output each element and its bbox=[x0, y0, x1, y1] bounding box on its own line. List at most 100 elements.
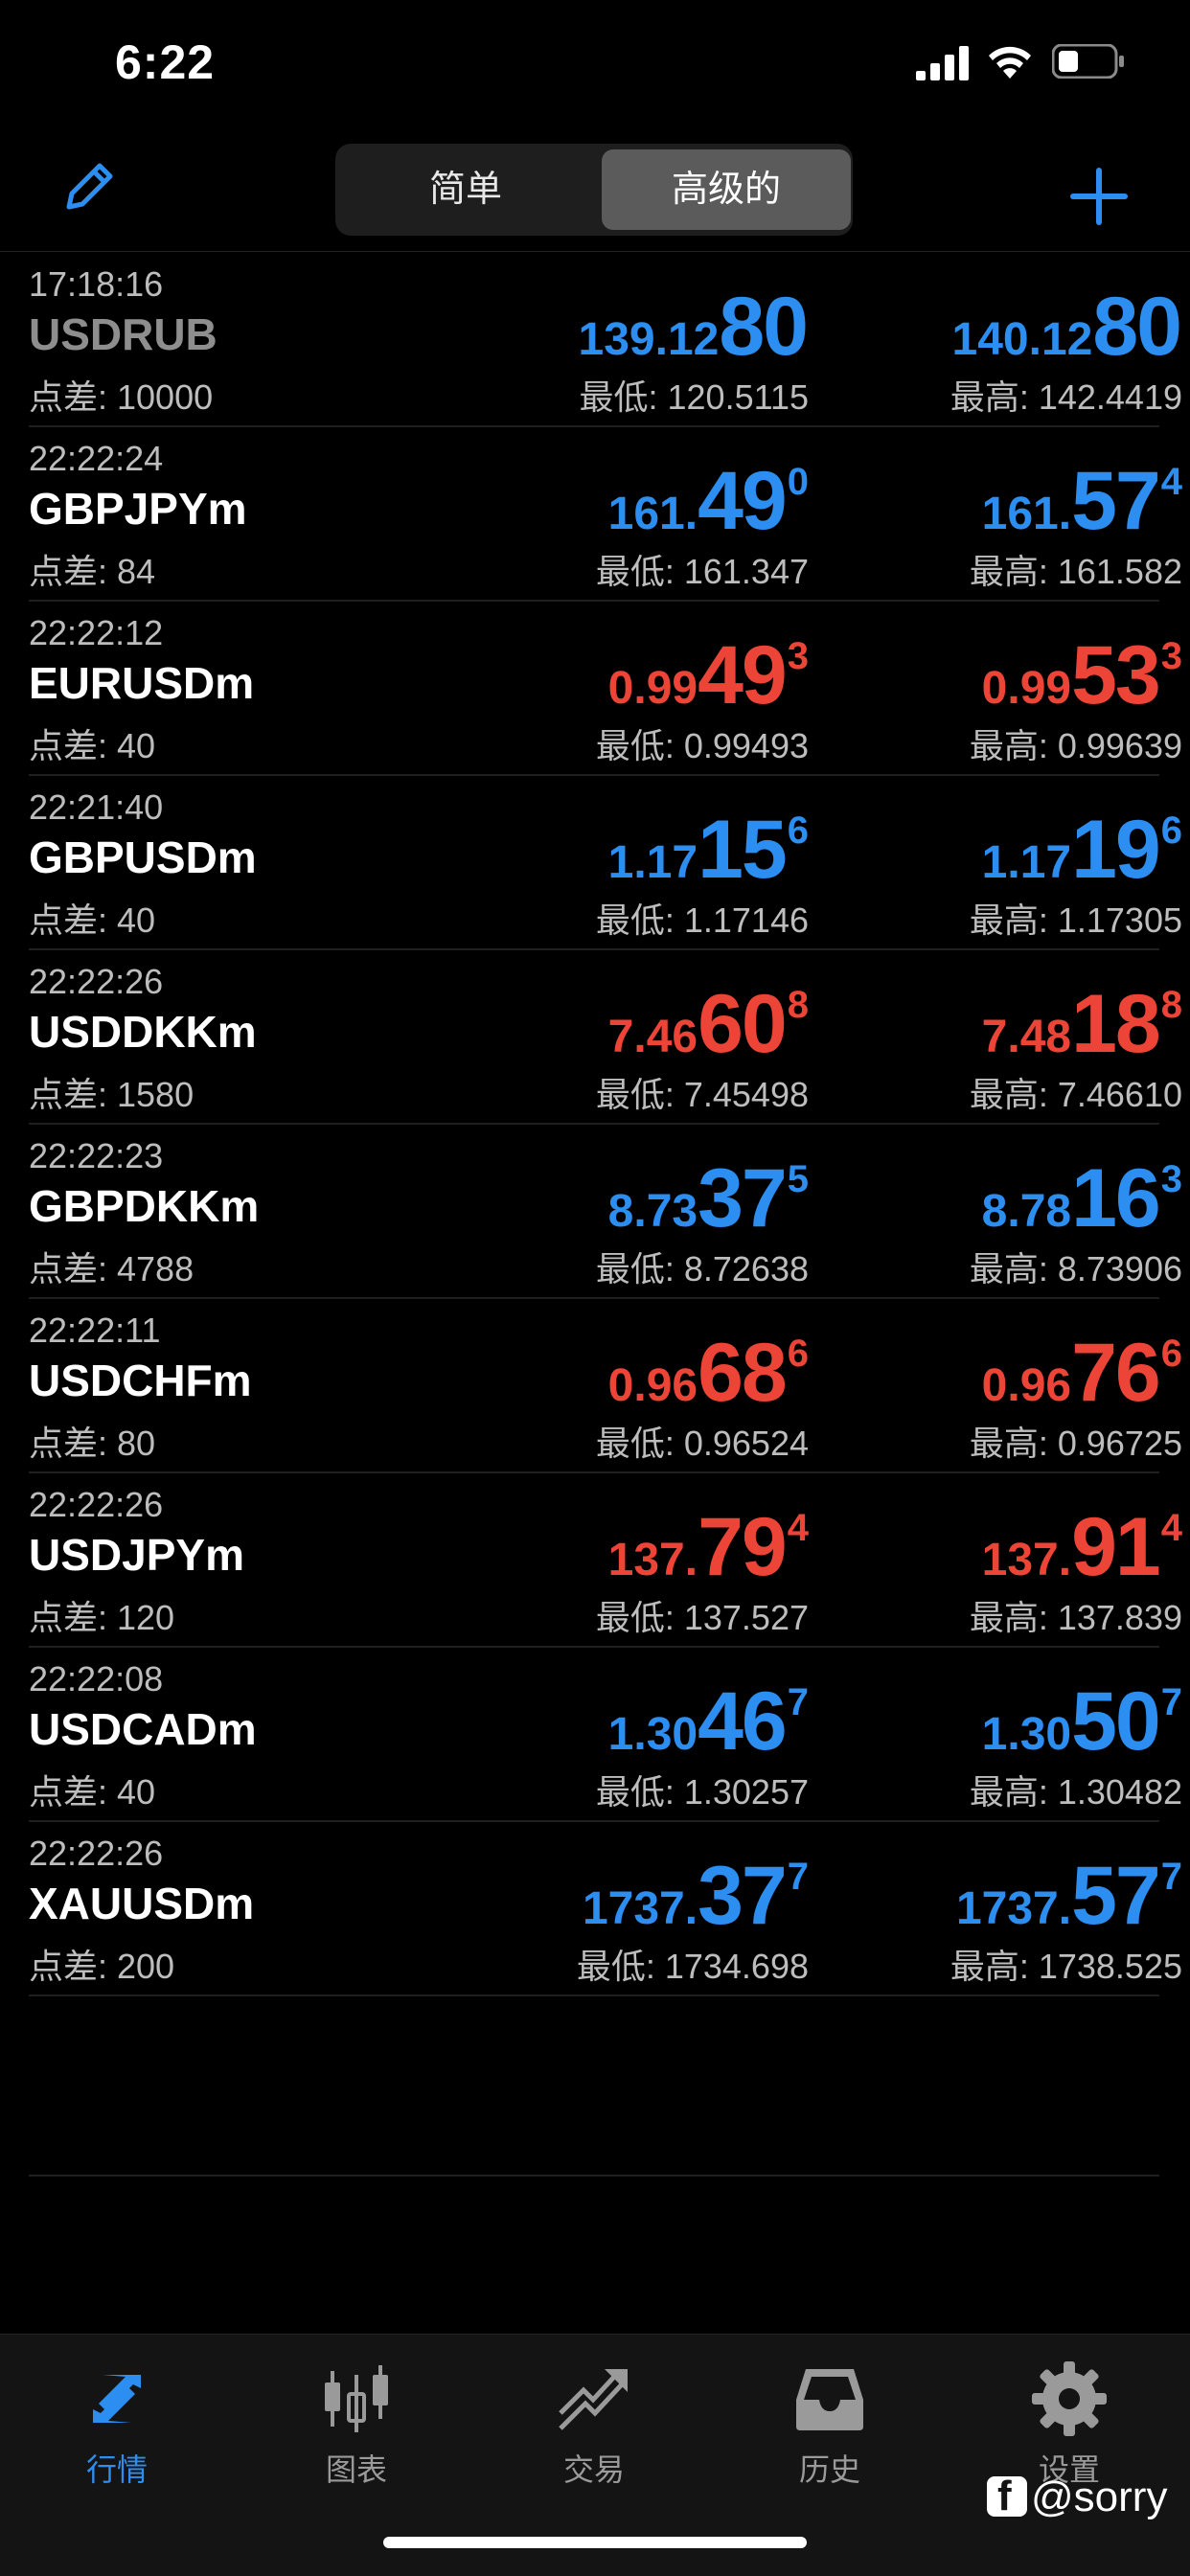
ask-price-fraction: 6 bbox=[1160, 809, 1182, 852]
tab-label: 行情 bbox=[85, 2452, 148, 2487]
status-time: 6:22 bbox=[115, 35, 216, 89]
quote-time: 22:22:08 bbox=[29, 1659, 164, 1698]
tab-label: 历史 bbox=[798, 2452, 860, 2487]
add-symbol-plus-icon[interactable] bbox=[1065, 163, 1133, 230]
quote-low: 最低: 1.17146 bbox=[595, 900, 809, 940]
tab-settings[interactable]: 设置 bbox=[983, 2356, 1156, 2490]
quote-spread: 点差: 120 bbox=[29, 1598, 175, 1637]
quote-time: 22:22:12 bbox=[29, 613, 164, 652]
tab-label: 图表 bbox=[325, 2452, 387, 2487]
ask-price-fraction: 6 bbox=[1160, 1333, 1182, 1375]
tab-trade[interactable]: 交易 bbox=[508, 2356, 680, 2490]
ask-price: 1.17196 bbox=[982, 809, 1182, 891]
quote-row[interactable]: 22:22:12 EURUSDm 点差: 40 0.99493 0.99533 最低: 0… bbox=[29, 602, 1182, 776]
ask-price-pips: 57 bbox=[1071, 1850, 1161, 1942]
quote-row[interactable]: 22:22:08 USDCADm 点差: 40 1.30467 1.30507 最低: 1… bbox=[29, 1648, 1182, 1822]
quote-low: 最低: 0.99493 bbox=[595, 726, 809, 765]
bid-price: 137.794 bbox=[608, 1506, 809, 1588]
bid-price-pips: 68 bbox=[698, 1327, 788, 1419]
edit-pencil-icon[interactable] bbox=[56, 153, 123, 220]
history-tray-icon bbox=[796, 2369, 863, 2430]
bid-price: 1.17156 bbox=[608, 809, 809, 891]
quote-high: 最高: 137.839 bbox=[969, 1598, 1182, 1637]
ask-price-pips: 57 bbox=[1071, 455, 1161, 547]
tab-history[interactable]: 历史 bbox=[744, 2356, 916, 2490]
quote-row[interactable]: 22:22:26 XAUUSDm 点差: 200 1737.377 1737.577 最低… bbox=[29, 1822, 1182, 1996]
ask-price: 140.1280 bbox=[952, 285, 1182, 368]
segment-advanced[interactable]: 高级的 bbox=[602, 149, 851, 230]
segment-simple[interactable]: 简单 bbox=[341, 149, 590, 230]
ask-price-prefix: 7.48 bbox=[981, 1012, 1072, 1062]
bid-price: 0.99493 bbox=[608, 634, 809, 717]
quote-time: 22:21:40 bbox=[29, 787, 164, 827]
ask-price-pips: 80 bbox=[1092, 281, 1182, 373]
quotes-list: 17:18:16 USDRUB 点差: 10000 139.1280 140.1280 最… bbox=[0, 253, 1190, 1996]
bid-price-fraction: 4 bbox=[787, 1507, 809, 1549]
quote-time: 22:22:26 bbox=[29, 1834, 164, 1873]
bid-price: 1737.377 bbox=[583, 1855, 809, 1937]
quote-spread: 点差: 200 bbox=[29, 1947, 175, 1986]
ask-price-pips: 16 bbox=[1071, 1152, 1161, 1244]
bid-price: 161.490 bbox=[608, 460, 809, 542]
quote-row[interactable]: 22:22:26 USDDKKm 点差: 1580 7.46608 7.48188 最低:… bbox=[29, 950, 1182, 1125]
ask-price-fraction: 7 bbox=[1160, 1856, 1182, 1898]
quote-time: 22:22:11 bbox=[29, 1311, 161, 1350]
quote-symbol: USDCHFm bbox=[29, 1356, 252, 1405]
quote-row[interactable]: 22:21:40 GBPUSDm 点差: 40 1.17156 1.17196 最低: 1… bbox=[29, 776, 1182, 950]
ask-price-pips: 53 bbox=[1071, 629, 1161, 721]
bid-price: 7.46608 bbox=[608, 983, 809, 1065]
quote-row[interactable]: 22:22:24 GBPJPYm 点差: 84 161.490 161.574 最低: 1… bbox=[29, 427, 1182, 602]
tab-chart[interactable]: 图表 bbox=[270, 2356, 443, 2490]
gear-icon bbox=[1032, 2361, 1107, 2436]
bid-price-pips: 79 bbox=[698, 1501, 788, 1593]
bid-price-prefix: 1.17 bbox=[607, 837, 698, 888]
quote-row[interactable]: 22:22:23 GBPDKKm 点差: 4788 8.73375 8.78163 最低:… bbox=[29, 1125, 1182, 1299]
cellular-signal-icon bbox=[916, 46, 969, 80]
ask-price-pips: 18 bbox=[1071, 978, 1161, 1070]
quote-spread: 点差: 10000 bbox=[29, 377, 214, 417]
bid-price-prefix: 7.46 bbox=[607, 1012, 698, 1062]
ask-price-prefix: 1.17 bbox=[981, 837, 1072, 888]
home-indicator bbox=[383, 2537, 807, 2548]
ask-price-prefix: 1737. bbox=[955, 1883, 1072, 1934]
quote-symbol: USDJPYm bbox=[29, 1530, 244, 1580]
ask-price-fraction: 7 bbox=[1160, 1681, 1182, 1723]
quote-row[interactable]: 22:22:11 USDCHFm 点差: 80 0.96686 0.96766 最低: 0… bbox=[29, 1299, 1182, 1473]
quote-high: 最高: 1.17305 bbox=[969, 900, 1182, 940]
bid-price-pips: 37 bbox=[698, 1152, 788, 1244]
tab-quotes[interactable]: 行情 bbox=[31, 2356, 203, 2490]
bid-price-fraction: 7 bbox=[787, 1681, 809, 1723]
quote-symbol: GBPUSDm bbox=[29, 832, 257, 882]
bid-price-fraction: 0 bbox=[787, 461, 809, 503]
bid-price-prefix: 0.99 bbox=[607, 663, 698, 714]
quote-low: 最低: 7.45498 bbox=[595, 1075, 809, 1114]
quote-row[interactable]: 22:22:26 USDJPYm 点差: 120 137.794 137.914 最低: … bbox=[29, 1473, 1182, 1648]
quote-spread: 点差: 40 bbox=[29, 726, 156, 765]
quote-symbol: USDCADm bbox=[29, 1704, 257, 1754]
tab-label: 交易 bbox=[562, 2452, 625, 2487]
quote-time: 22:22:26 bbox=[29, 962, 164, 1001]
watermark-text: @sorry bbox=[1031, 2473, 1168, 2520]
quote-symbol: USDDKKm bbox=[29, 1007, 257, 1057]
bid-price-fraction: 8 bbox=[787, 984, 809, 1026]
ask-price: 1737.577 bbox=[956, 1855, 1182, 1937]
quote-low: 最低: 1.30257 bbox=[595, 1772, 809, 1812]
quote-high: 最高: 142.4419 bbox=[950, 377, 1182, 417]
bid-price-pips: 49 bbox=[698, 455, 788, 547]
bid-price-prefix: 137. bbox=[607, 1535, 698, 1585]
quote-low: 最低: 120.5115 bbox=[579, 377, 810, 417]
quote-high: 最高: 161.582 bbox=[969, 552, 1182, 591]
quote-high: 最高: 1738.525 bbox=[950, 1947, 1182, 1986]
bid-price: 1.30467 bbox=[608, 1680, 809, 1763]
bid-price-prefix: 161. bbox=[607, 489, 698, 539]
bid-price-pips: 46 bbox=[698, 1676, 788, 1767]
ask-price-fraction: 8 bbox=[1160, 984, 1182, 1026]
status-bar: 6:22 bbox=[0, 0, 1190, 125]
ask-price-fraction: 3 bbox=[1160, 1158, 1182, 1200]
ask-price-fraction: 4 bbox=[1160, 1507, 1182, 1549]
quote-row[interactable]: 17:18:16 USDRUB 点差: 10000 139.1280 140.1280 最… bbox=[29, 253, 1182, 427]
bid-price-fraction: 6 bbox=[787, 809, 809, 852]
quote-time: 22:22:26 bbox=[29, 1485, 164, 1524]
ask-price-prefix: 161. bbox=[981, 489, 1072, 539]
quote-time: 17:18:16 bbox=[29, 264, 164, 304]
